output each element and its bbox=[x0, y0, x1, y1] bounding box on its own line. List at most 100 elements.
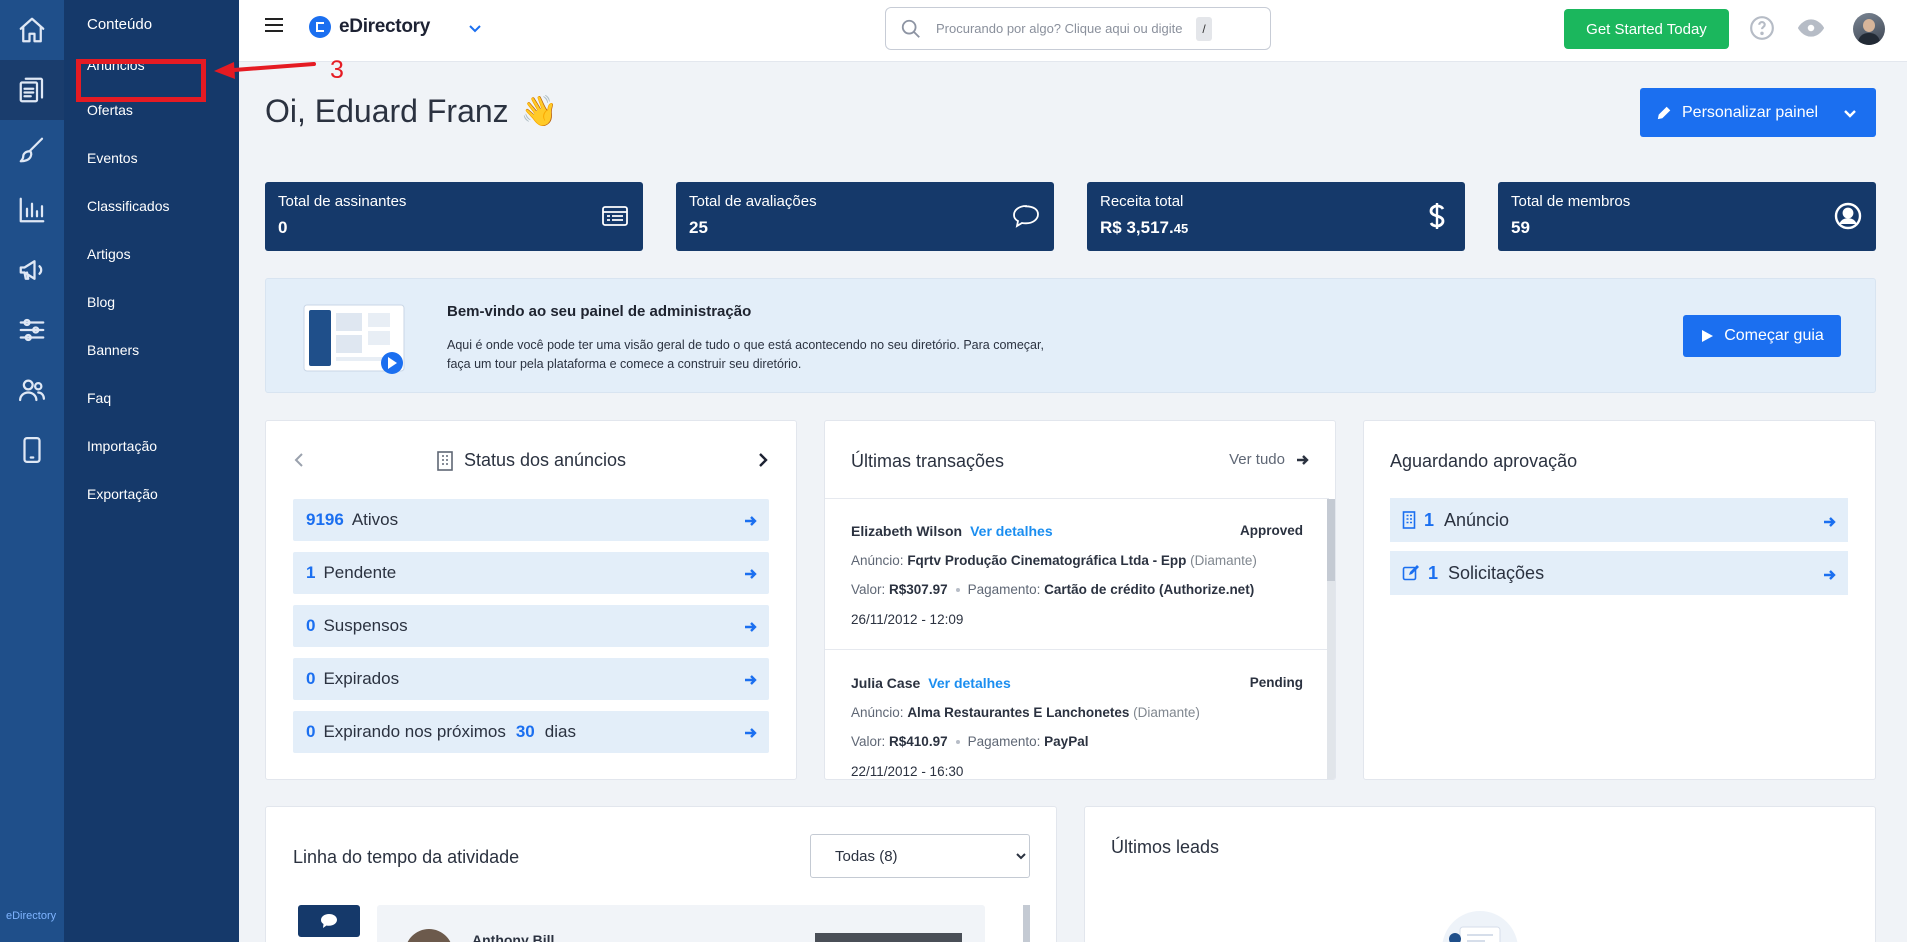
welcome-banner: Bem-vindo ao seu painel de administração… bbox=[265, 278, 1876, 393]
subnav-item-classificados[interactable]: Classificados bbox=[64, 196, 239, 244]
transaction-item: Elizabeth Wilson Ver detalhes Approved An… bbox=[825, 499, 1329, 650]
stat-value-main: R$ 3,517. bbox=[1100, 218, 1174, 237]
subnav-item-importacao[interactable]: Importação bbox=[64, 436, 239, 484]
approval-row-requests[interactable]: 1 Solicitações bbox=[1390, 551, 1848, 595]
timeline-entry-thumbnail bbox=[815, 933, 962, 942]
activity-timeline-title: Linha do tempo da atividade bbox=[293, 847, 520, 867]
rail-users[interactable] bbox=[0, 360, 64, 420]
status-row-expired[interactable]: 0 Expirados bbox=[293, 658, 769, 700]
personalize-dashboard-button[interactable]: Personalizar painel bbox=[1640, 88, 1876, 137]
stat-value-cents: 45 bbox=[1173, 221, 1189, 236]
status-label: Expirados bbox=[323, 669, 400, 688]
start-guide-button[interactable]: Começar guia bbox=[1683, 315, 1841, 357]
stat-value: R$ 3,517.45 bbox=[1100, 218, 1452, 238]
status-row-expiring[interactable]: 0 Expirando nos próximos 30 dias bbox=[293, 711, 769, 753]
subnav-item-banners[interactable]: Banners bbox=[64, 340, 239, 388]
greeting: Oi, Eduard Franz 👋 bbox=[265, 93, 558, 130]
activity-filter-select[interactable]: Todas (8) bbox=[810, 834, 1030, 878]
transaction-listing: Anúncio: Alma Restaurantes E Lanchonetes… bbox=[851, 705, 1200, 720]
top-bar: eDirectory / Get Started Today bbox=[239, 0, 1907, 62]
personalize-label: Personalizar painel bbox=[1682, 103, 1819, 121]
brush-icon bbox=[19, 137, 44, 163]
subnav-item-artigos[interactable]: Artigos bbox=[64, 244, 239, 292]
rail-promote[interactable] bbox=[0, 240, 64, 300]
chat-icon bbox=[321, 914, 337, 928]
rail-design[interactable] bbox=[0, 120, 64, 180]
transaction-status: Approved bbox=[1239, 523, 1303, 538]
subnav-item-exportacao[interactable]: Exportação bbox=[64, 484, 239, 532]
arrow-right-icon bbox=[743, 566, 757, 580]
customer-name: Julia Case bbox=[851, 675, 921, 691]
subnav-item-faq[interactable]: Faq bbox=[64, 388, 239, 436]
timeline-entry-name: Anthony Bill bbox=[472, 932, 555, 942]
view-details-link[interactable]: Ver detalhes bbox=[970, 523, 1053, 539]
status-count: 0 bbox=[306, 722, 316, 741]
arrow-right-icon bbox=[1297, 454, 1309, 465]
search-shortcut: / bbox=[1196, 17, 1212, 41]
user-avatar[interactable] bbox=[1853, 13, 1885, 45]
approval-row-listing[interactable]: 1 Anúncio bbox=[1390, 498, 1848, 542]
arrow-right-icon bbox=[743, 619, 757, 633]
stat-card-members[interactable]: Total de membros 59 bbox=[1498, 182, 1876, 251]
status-row-suspended[interactable]: 0 Suspensos bbox=[293, 605, 769, 647]
users-icon bbox=[19, 379, 45, 402]
stat-value: 25 bbox=[689, 218, 708, 237]
timeline-badge bbox=[298, 905, 360, 937]
activity-timeline-panel: Linha do tempo da atividade Todas (8) An… bbox=[265, 806, 1057, 942]
home-icon bbox=[19, 17, 45, 43]
status-count: 0 bbox=[306, 669, 316, 688]
transaction-listing: Anúncio: Fqrtv Produção Cinematográfica … bbox=[851, 553, 1257, 568]
mobile-icon bbox=[23, 437, 41, 463]
status-row-pending[interactable]: 1 Pendente bbox=[293, 552, 769, 594]
get-started-button[interactable]: Get Started Today bbox=[1564, 9, 1729, 49]
status-row-active[interactable]: 9196 Ativos bbox=[293, 499, 769, 541]
transactions-scrollbar-thumb[interactable] bbox=[1327, 499, 1335, 581]
user-icon bbox=[1833, 201, 1863, 231]
approval-label: Anúncio bbox=[1444, 509, 1510, 530]
chevron-down-icon[interactable] bbox=[1842, 105, 1858, 121]
customer-name: Elizabeth Wilson bbox=[851, 523, 963, 539]
see-all-link[interactable]: Ver tudo bbox=[1229, 451, 1309, 468]
rail-home[interactable] bbox=[0, 0, 64, 60]
search-input[interactable] bbox=[936, 21, 1196, 36]
wave-emoji: 👋 bbox=[520, 95, 559, 128]
view-details-link[interactable]: Ver detalhes bbox=[928, 675, 1011, 691]
status-label: Suspensos bbox=[323, 616, 408, 635]
bar-chart-icon bbox=[19, 197, 45, 223]
status-suffix: dias bbox=[544, 722, 576, 741]
status-label: Pendente bbox=[323, 563, 397, 582]
subnav-item-eventos[interactable]: Eventos bbox=[64, 148, 239, 196]
listing-status-header: Status dos anúncios bbox=[266, 450, 796, 471]
menu-icon[interactable] bbox=[265, 18, 283, 36]
transaction-date: 26/11/2012 - 12:09 bbox=[851, 612, 964, 627]
rail-settings[interactable] bbox=[0, 300, 64, 360]
rail-mobile[interactable] bbox=[0, 420, 64, 480]
eye-icon[interactable] bbox=[1797, 15, 1825, 41]
chevron-right-icon[interactable] bbox=[757, 452, 769, 468]
timeline-entry[interactable]: Anthony Bill bbox=[377, 905, 985, 942]
transaction-customer: Elizabeth Wilson Ver detalhes bbox=[851, 523, 1053, 539]
search-box[interactable]: / bbox=[885, 7, 1271, 50]
stat-card-subscribers[interactable]: Total de assinantes 0 bbox=[265, 182, 643, 251]
arrow-right-icon bbox=[743, 725, 757, 739]
rail-reports[interactable] bbox=[0, 180, 64, 240]
stat-value: 59 bbox=[1511, 218, 1530, 237]
megaphone-icon bbox=[19, 260, 43, 280]
help-icon[interactable] bbox=[1749, 15, 1775, 41]
edit-icon bbox=[1402, 565, 1419, 581]
stat-card-reviews[interactable]: Total de avaliações 25 bbox=[676, 182, 1054, 251]
stat-card-revenue[interactable]: Receita total R$ 3,517.45 bbox=[1087, 182, 1465, 251]
play-icon bbox=[1702, 330, 1714, 342]
arrow-right-icon bbox=[743, 513, 757, 527]
chevron-down-icon[interactable] bbox=[467, 20, 483, 36]
timeline-scrollbar[interactable] bbox=[1023, 905, 1030, 942]
see-all-label: Ver tudo bbox=[1229, 451, 1285, 468]
pending-approval-title: Aguardando aprovação bbox=[1390, 451, 1578, 471]
rail-content[interactable] bbox=[0, 60, 64, 120]
status-count: 0 bbox=[306, 616, 316, 635]
status-count: 1 bbox=[306, 563, 316, 582]
approval-count: 1 bbox=[1428, 562, 1439, 583]
subnav-item-blog[interactable]: Blog bbox=[64, 292, 239, 340]
logo[interactable]: eDirectory bbox=[309, 16, 430, 38]
subnav-item-ofertas[interactable]: Ofertas bbox=[64, 100, 239, 148]
